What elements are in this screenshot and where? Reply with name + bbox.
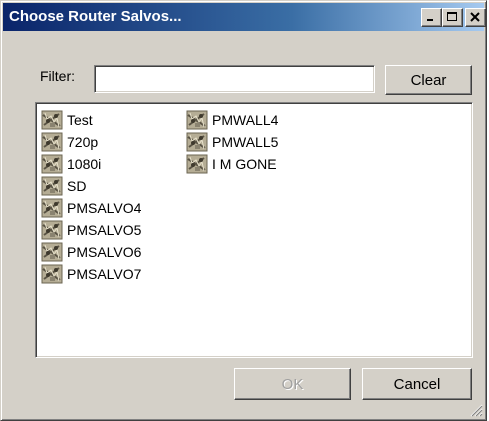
salvo-icon [41, 220, 63, 240]
salvo-icon [186, 110, 208, 130]
list-item-label: 1080i [67, 156, 102, 172]
window-title: Choose Router Salvos... [9, 8, 182, 25]
salvo-list-column-1: Test 720p 1080i SD PMSALVO4 PMSALVO5 PMS… [41, 109, 141, 285]
salvo-icon [41, 154, 63, 174]
list-item-label: PMWALL4 [212, 112, 279, 128]
list-item-label: PMSALVO6 [67, 244, 142, 260]
ok-button[interactable]: OK [234, 368, 351, 400]
salvo-icon [41, 176, 63, 196]
list-item[interactable]: SD [41, 175, 141, 197]
list-item-label: PMSALVO7 [67, 266, 142, 282]
maximize-button[interactable] [442, 8, 463, 27]
list-item-label: Test [67, 112, 93, 128]
clear-button[interactable]: Clear [385, 65, 472, 95]
list-item[interactable]: 720p [41, 131, 141, 153]
cancel-button[interactable]: Cancel [362, 368, 472, 400]
list-item-label: PMSALVO4 [67, 200, 142, 216]
salvo-icon [41, 198, 63, 218]
maximize-icon [447, 12, 457, 21]
close-icon [470, 12, 480, 22]
close-button[interactable] [465, 8, 486, 27]
list-item[interactable]: I M GONE [186, 153, 278, 175]
list-item-label: PMSALVO5 [67, 222, 142, 238]
resize-grip-icon[interactable] [469, 403, 483, 417]
list-item[interactable]: PMSALVO7 [41, 263, 141, 285]
list-item[interactable]: PMSALVO4 [41, 197, 141, 219]
minimize-button[interactable] [421, 8, 442, 27]
list-item[interactable]: PMWALL4 [186, 109, 278, 131]
salvo-list-column-2: PMWALL4 PMWALL5 I M GONE [186, 109, 278, 175]
minimize-icon [427, 19, 433, 21]
list-item-label: I M GONE [212, 156, 277, 172]
list-item-label: 720p [67, 134, 99, 150]
list-item[interactable]: PMSALVO5 [41, 219, 141, 241]
list-item[interactable]: PMSALVO6 [41, 241, 141, 263]
list-item[interactable]: PMWALL5 [186, 131, 278, 153]
dialog-window: Choose Router Salvos... Filter: Clear Te… [0, 0, 487, 421]
salvo-icon [41, 132, 63, 152]
salvo-icon [186, 132, 208, 152]
list-item-label: SD [67, 178, 87, 194]
salvo-icon [41, 110, 63, 130]
list-item-label: PMWALL5 [212, 134, 279, 150]
list-item[interactable]: Test [41, 109, 141, 131]
salvo-icon [41, 242, 63, 262]
salvo-icon [41, 264, 63, 284]
salvo-list[interactable]: Test 720p 1080i SD PMSALVO4 PMSALVO5 PMS… [35, 102, 473, 358]
salvo-icon [186, 154, 208, 174]
title-bar[interactable]: Choose Router Salvos... [3, 3, 486, 31]
list-item[interactable]: 1080i [41, 153, 141, 175]
filter-label: Filter: [40, 68, 75, 84]
filter-input[interactable] [94, 65, 375, 93]
